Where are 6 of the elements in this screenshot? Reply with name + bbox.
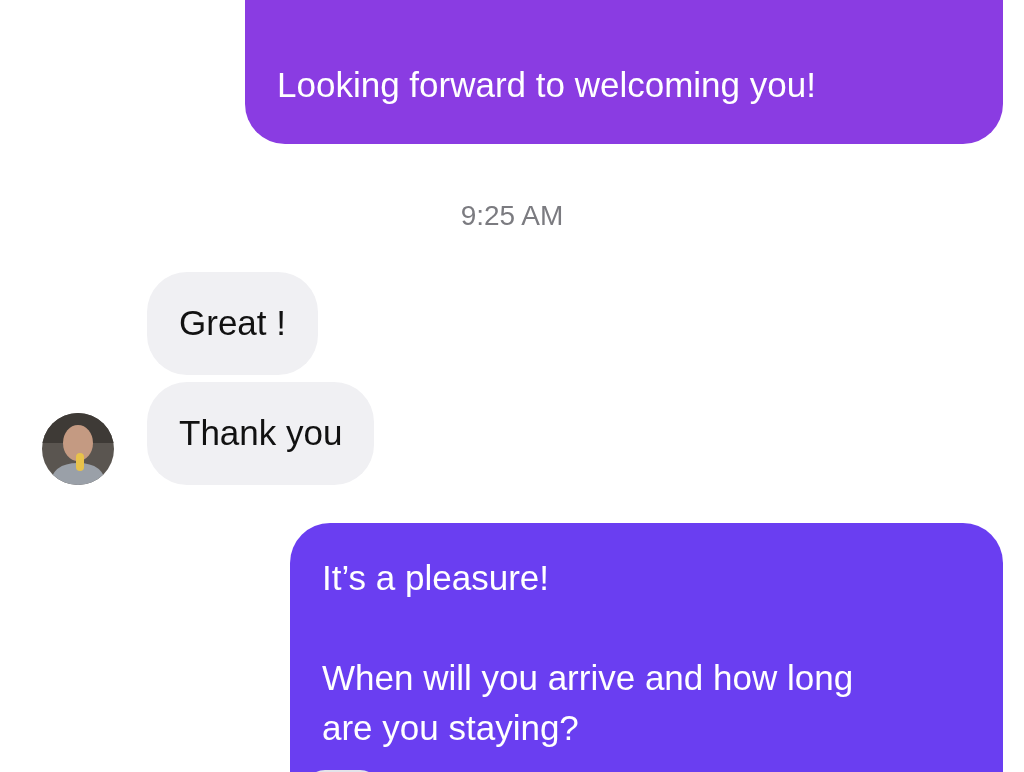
message-bubble: Great ! (147, 272, 318, 375)
message-bubble: Thank you (147, 382, 375, 485)
timestamp: 9:25 AM (460, 200, 564, 232)
message-text: When will you arrive and how long are you staying? (322, 657, 855, 749)
message-text: Looking forward to welcoming you! (277, 64, 817, 106)
message-text: It’s a pleasure! (322, 557, 550, 599)
